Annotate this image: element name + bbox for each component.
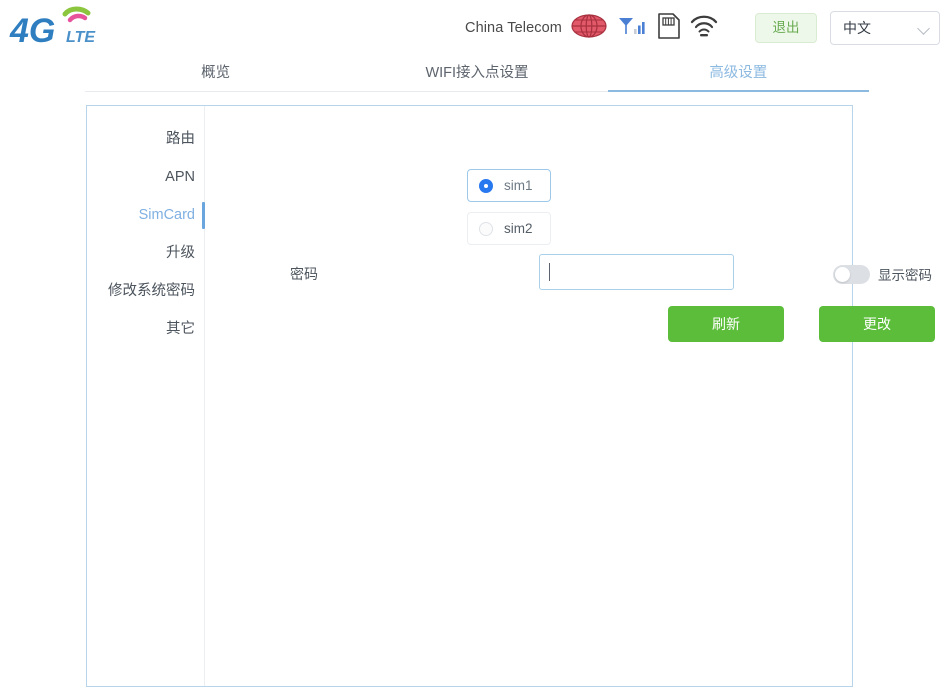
content-panel: 路由 APN SimCard 升级 修改系统密码 其它 sim1 sim2 密码 bbox=[86, 105, 853, 687]
sim2-label: sim2 bbox=[504, 221, 533, 236]
show-password-row: 显示密码 bbox=[833, 264, 932, 284]
sidebar-item-upgrade[interactable]: 升级 bbox=[87, 234, 204, 272]
sidebar-item-other[interactable]: 其它 bbox=[87, 310, 204, 348]
password-label: 密码 bbox=[290, 264, 318, 284]
globe-icon bbox=[571, 13, 607, 44]
show-password-toggle[interactable] bbox=[833, 265, 870, 284]
sim1-radio-option[interactable]: sim1 bbox=[467, 169, 551, 202]
language-select[interactable]: 中文 bbox=[830, 11, 940, 45]
svg-text:LTE: LTE bbox=[66, 29, 96, 46]
password-input[interactable] bbox=[539, 254, 734, 290]
password-input-wrapper bbox=[539, 254, 734, 290]
toggle-knob bbox=[835, 267, 850, 282]
tab-advanced-settings[interactable]: 高级设置 bbox=[608, 56, 869, 91]
language-select-value: 中文 bbox=[843, 18, 871, 38]
settings-sidebar: 路由 APN SimCard 升级 修改系统密码 其它 bbox=[87, 106, 205, 686]
text-cursor bbox=[549, 263, 550, 281]
status-indicators: China Telecom bbox=[465, 0, 718, 56]
sim1-label: sim1 bbox=[504, 178, 533, 193]
sidebar-item-simcard[interactable]: SimCard bbox=[87, 196, 204, 234]
sim-card-icon bbox=[657, 12, 681, 45]
sim2-radio-option[interactable]: sim2 bbox=[467, 212, 551, 245]
brand-logo-4g-lte: 4G LTE bbox=[8, 4, 108, 50]
tab-overview[interactable]: 概览 bbox=[85, 56, 346, 91]
tab-wifi-ap-settings[interactable]: WIFI接入点设置 bbox=[346, 56, 607, 91]
chevron-down-icon bbox=[917, 22, 930, 35]
change-button[interactable]: 更改 bbox=[819, 306, 935, 342]
wifi-icon bbox=[690, 13, 718, 44]
logout-button[interactable]: 退出 bbox=[755, 13, 817, 43]
show-password-label: 显示密码 bbox=[878, 264, 932, 284]
page-header: 4G LTE China Telecom bbox=[0, 0, 951, 56]
sidebar-item-route[interactable]: 路由 bbox=[87, 120, 204, 158]
sidebar-item-apn[interactable]: APN bbox=[87, 158, 204, 196]
radio-selected-icon bbox=[479, 179, 493, 193]
signal-icon bbox=[616, 13, 648, 44]
sidebar-item-change-system-password[interactable]: 修改系统密码 bbox=[87, 272, 204, 310]
main-tabs: 概览 WIFI接入点设置 高级设置 bbox=[85, 56, 869, 92]
radio-unselected-icon bbox=[479, 222, 493, 236]
router-admin-page: 4G LTE China Telecom bbox=[0, 0, 951, 694]
carrier-name: China Telecom bbox=[465, 20, 562, 36]
refresh-button[interactable]: 刷新 bbox=[668, 306, 784, 342]
simcard-settings-form: sim1 sim2 密码 显示密码 刷新 更改 bbox=[205, 106, 852, 686]
svg-text:4G: 4G bbox=[9, 12, 55, 50]
